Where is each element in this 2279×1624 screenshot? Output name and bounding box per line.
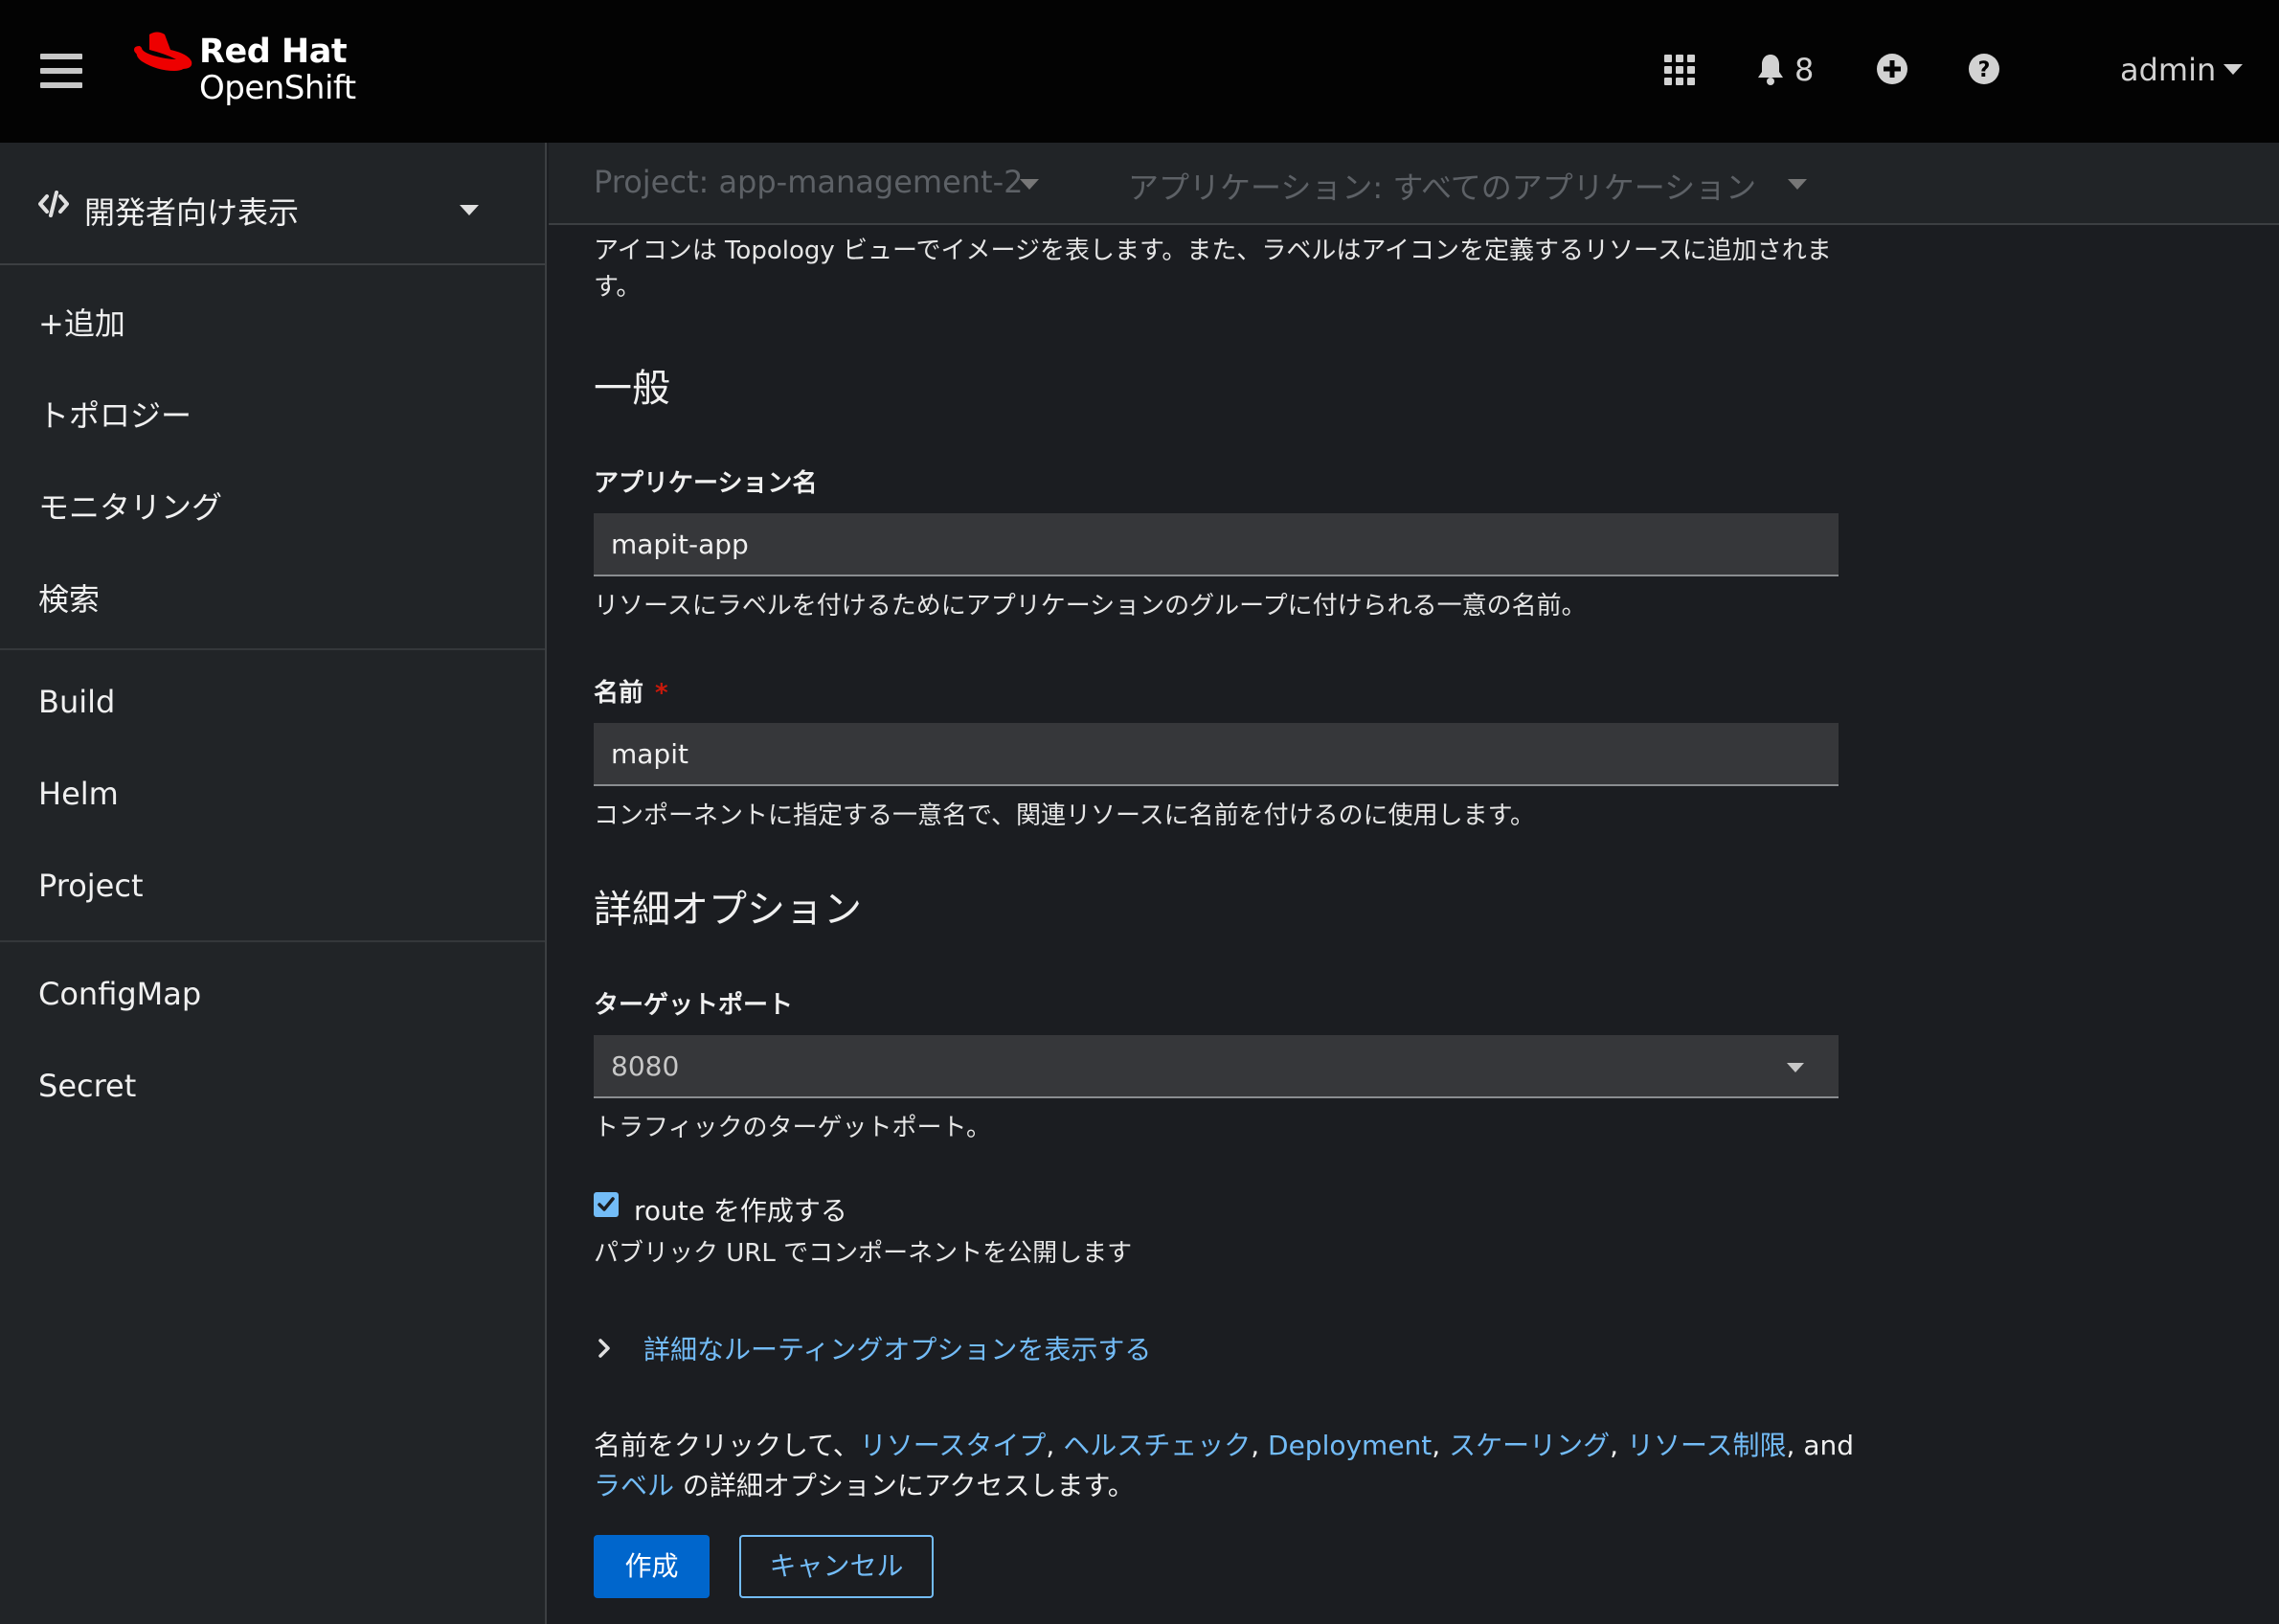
required-indicator: * xyxy=(655,679,668,708)
user-menu[interactable]: admin xyxy=(2120,52,2244,88)
name-help: コンポーネントに指定する一意名で、関連リソースに名前を付けるのに使用します。 xyxy=(594,801,1536,830)
svg-text:?: ? xyxy=(1978,58,1991,82)
brand-line1: Red Hat xyxy=(199,33,348,71)
masthead: Red Hat OpenShift 8 ? admin xyxy=(0,0,2279,143)
link-health-check[interactable]: ヘルスチェック xyxy=(1063,1430,1251,1461)
name-label-text: 名前 xyxy=(594,679,644,708)
application-selector[interactable]: アプリケーション: すべてのアプリケーション xyxy=(1128,164,1756,208)
section-heading-general: 一般 xyxy=(594,367,670,411)
section-heading-advanced: 詳細オプション xyxy=(594,888,862,932)
perspective-switcher[interactable]: 開発者向け表示 xyxy=(0,143,545,265)
intro-text-line1: アイコンは Topology ビューでイメージを表します。また、ラベルはアイコン… xyxy=(594,237,1832,265)
sidebar-item-project[interactable]: Project xyxy=(38,868,143,904)
caret-down-icon xyxy=(2223,64,2244,75)
brand-line2: OpenShift xyxy=(199,69,356,107)
checkmark-icon xyxy=(598,1197,615,1211)
hamburger-icon[interactable] xyxy=(40,54,82,88)
caret-down-icon xyxy=(460,205,479,215)
target-port-select[interactable]: 8080 xyxy=(594,1035,1839,1098)
advanced-options-text-line1: 名前をクリックして、リソースタイプ, ヘルスチェック, Deployment, … xyxy=(594,1430,1855,1461)
advanced-routing-toggle[interactable]: 詳細なルーティングオプションを表示する xyxy=(643,1329,1151,1367)
sidebar-item-search[interactable]: 検索 xyxy=(38,575,100,620)
app-name-label: アプリケーション名 xyxy=(594,469,818,498)
link-scaling[interactable]: スケーリング xyxy=(1449,1430,1610,1461)
advanced-text-suffix: の詳細オプションにアクセスします。 xyxy=(674,1470,1135,1501)
import-form: アイコンは Topology ビューでイメージを表します。また、ラベルはアイコン… xyxy=(549,227,2279,1624)
caret-down-icon[interactable] xyxy=(1788,179,1807,190)
link-deployment[interactable]: Deployment xyxy=(1268,1430,1432,1461)
caret-down-icon[interactable] xyxy=(1020,179,1039,190)
intro-text-line2: す。 xyxy=(594,273,642,302)
name-input[interactable]: mapit xyxy=(594,723,1839,786)
link-resource-limits[interactable]: リソース制限 xyxy=(1627,1430,1787,1461)
name-label: 名前 * xyxy=(594,673,668,709)
perspective-label: 開発者向け表示 xyxy=(84,194,300,231)
advanced-text-prefix: 名前をクリックして、 xyxy=(594,1430,860,1461)
sidebar-item-helm[interactable]: Helm xyxy=(38,776,119,812)
target-port-value: 8080 xyxy=(611,1050,680,1082)
create-route-checkbox[interactable] xyxy=(594,1192,619,1217)
sidebar-item-build[interactable]: Build xyxy=(38,684,115,720)
advanced-text-and: , and xyxy=(1786,1430,1855,1461)
target-port-help: トラフィックのターゲットポート。 xyxy=(594,1114,991,1142)
sidebar-item-topology[interactable]: トポロジー xyxy=(38,392,192,436)
create-route-help: パブリック URL でコンポーネントを公開します xyxy=(594,1239,1133,1268)
create-button[interactable]: 作成 xyxy=(594,1535,710,1598)
cancel-button[interactable]: キャンセル xyxy=(739,1535,934,1598)
app-name-input[interactable]: mapit-app xyxy=(594,513,1839,576)
link-labels[interactable]: ラベル xyxy=(594,1470,674,1501)
advanced-options-text-line2: ラベル の詳細オプションにアクセスします。 xyxy=(594,1465,1135,1503)
sidebar-divider xyxy=(0,940,545,942)
link-resource-type[interactable]: リソースタイプ xyxy=(860,1430,1047,1461)
user-name: admin xyxy=(2120,52,2217,88)
question-circle-icon[interactable]: ? xyxy=(1968,53,2000,89)
sidebar-item-configmap[interactable]: ConfigMap xyxy=(38,976,201,1012)
sidebar-item-add[interactable]: +追加 xyxy=(38,300,125,344)
bell-icon[interactable] xyxy=(1756,53,1785,89)
app-launcher-icon[interactable] xyxy=(1664,55,1697,87)
project-selector[interactable]: Project: app-management-2 xyxy=(594,164,1023,200)
code-icon xyxy=(38,191,69,217)
sidebar-item-secret[interactable]: Secret xyxy=(38,1068,136,1104)
plus-circle-icon[interactable] xyxy=(1876,53,1908,89)
create-route-label[interactable]: route を作成する xyxy=(634,1190,847,1229)
redhat-openshift-logo[interactable]: Red Hat OpenShift xyxy=(128,27,377,113)
target-port-label: ターゲットポート xyxy=(594,991,794,1020)
redhat-hat-icon xyxy=(134,32,192,71)
context-bar: Project: app-management-2 アプリケーション: すべての… xyxy=(549,143,2279,225)
caret-down-icon xyxy=(1787,1063,1804,1072)
app-name-help: リソースにラベルを付けるためにアプリケーションのグループに付けられる一意の名前。 xyxy=(594,592,1587,620)
chevron-right-icon[interactable] xyxy=(597,1338,612,1359)
sidebar-divider xyxy=(0,648,545,650)
sidebar-item-monitoring[interactable]: モニタリング xyxy=(38,484,222,528)
sidebar: 開発者向け表示 +追加 トポロジー モニタリング 検索 Build Helm P… xyxy=(0,143,547,1624)
notification-count[interactable]: 8 xyxy=(1794,52,1814,88)
